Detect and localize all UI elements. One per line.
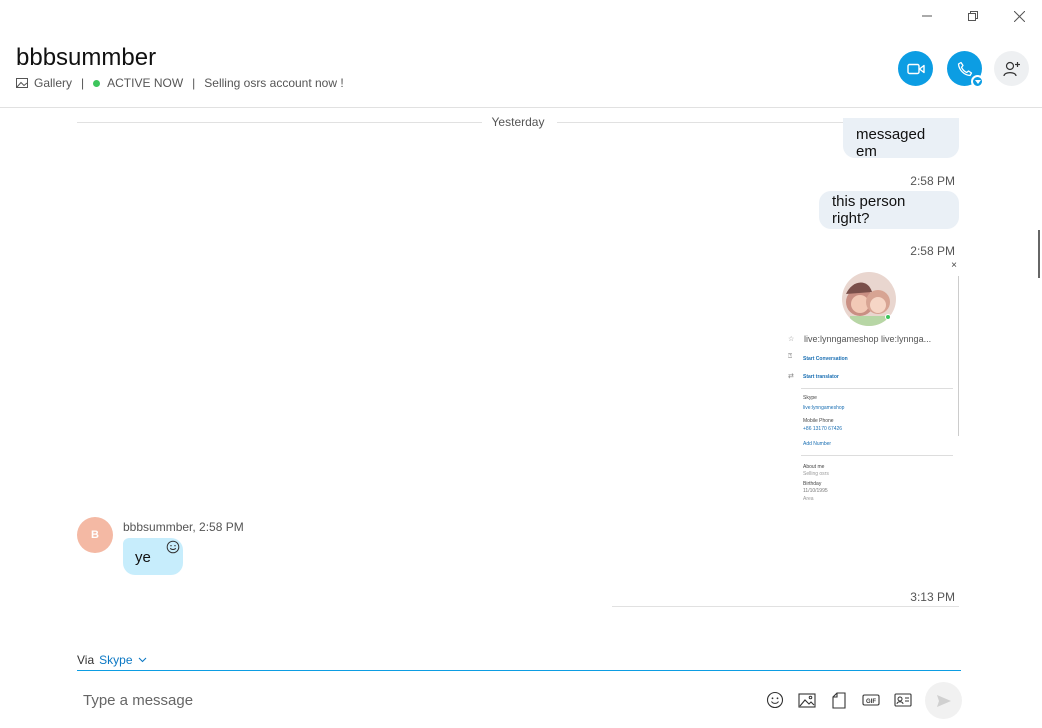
divider-line	[801, 455, 953, 456]
skype-label: Skype	[803, 395, 817, 401]
chevron-down-icon[interactable]	[138, 657, 147, 663]
skype-value: live:lynngameshop	[803, 405, 845, 411]
gallery-link[interactable]: Gallery	[34, 76, 72, 90]
gallery-icon	[16, 78, 28, 88]
chat-header: bbbsummber Gallery | ACTIVE NOW | Sellin…	[0, 0, 1042, 108]
gif-icon: GIF	[862, 694, 880, 706]
composer-divider	[77, 670, 961, 671]
about-value: Selling osrs	[803, 471, 829, 477]
about-label: About me	[803, 464, 825, 470]
start-translator-link: Start translator	[803, 374, 839, 380]
status-dot	[93, 79, 101, 87]
video-call-icon	[906, 63, 925, 74]
contact-card-icon	[894, 693, 912, 707]
birthday-value: 11/10/1995	[803, 488, 828, 494]
via-service[interactable]: Skype	[99, 653, 132, 667]
birthday-label: Birthday	[803, 481, 822, 487]
separator: |	[81, 76, 85, 90]
via-label: Via	[77, 653, 95, 667]
send-button[interactable]	[925, 682, 962, 719]
emoji-button[interactable]	[765, 690, 785, 710]
image-icon	[798, 692, 816, 708]
chevron-down-icon	[974, 79, 981, 84]
message-timestamp: 3:13 PM	[910, 590, 955, 604]
message-text: this person right?	[832, 193, 906, 227]
message-bubble-outgoing[interactable]: this person right?	[819, 191, 959, 229]
status-text: ACTIVE NOW	[107, 76, 184, 90]
smiley-icon[interactable]	[166, 540, 180, 554]
sender-and-time: bbbsummber, 2:58 PM	[123, 520, 244, 534]
mood-message: Selling osrs account now !	[204, 76, 344, 90]
mobile-value: +86 13170 67426	[803, 426, 843, 432]
message-bubble-outgoing[interactable]: messaged em	[843, 118, 959, 158]
smiley-icon	[766, 691, 784, 709]
chat-icon: ⍰	[788, 353, 793, 360]
scrollbar-thumb[interactable]	[1038, 230, 1040, 278]
divider-line	[801, 388, 953, 389]
send-via-selector[interactable]: Via Skype	[77, 653, 147, 667]
start-conversation-link: Start Conversation	[803, 356, 848, 362]
avatar[interactable]: B	[77, 517, 113, 553]
audio-call-icon	[957, 61, 972, 76]
shared-image[interactable]: × ☆ live:lynngameshop live:lynnga... ⍰ S…	[785, 262, 959, 506]
send-image-button[interactable]	[797, 690, 817, 710]
add-participant-button[interactable]	[994, 51, 1029, 86]
contact-subline: Gallery | ACTIVE NOW | Selling osrs acco…	[16, 76, 344, 90]
file-icon	[832, 691, 846, 709]
image-border	[958, 276, 959, 436]
message-text: messaged em	[856, 126, 926, 158]
call-options-badge[interactable]	[971, 75, 984, 88]
message-timestamp: 2:58 PM	[910, 174, 955, 188]
message-text: ye	[135, 549, 151, 566]
area-label: Area	[803, 496, 814, 502]
day-divider: Yesterday	[77, 114, 959, 130]
mobile-label: Mobile Phone	[803, 418, 834, 424]
audio-call-button[interactable]	[947, 51, 984, 88]
translator-icon: ⇄	[788, 373, 794, 380]
send-file-button[interactable]	[829, 690, 849, 710]
image-close-icon[interactable]: ×	[951, 262, 957, 271]
profile-name-line: live:lynngameshop live:lynnga...	[804, 334, 932, 344]
message-timestamp: 2:58 PM	[910, 244, 955, 258]
send-contact-button[interactable]	[893, 690, 913, 710]
video-call-button[interactable]	[898, 51, 933, 86]
separator: |	[192, 76, 196, 90]
pending-message-line	[612, 606, 959, 607]
status-dot	[885, 314, 891, 320]
star-icon: ☆	[788, 336, 795, 343]
svg-text:GIF: GIF	[866, 699, 876, 705]
contact-name[interactable]: bbbsummber	[16, 44, 156, 72]
send-icon	[936, 694, 951, 707]
message-input[interactable]	[77, 684, 677, 716]
send-gif-button[interactable]: GIF	[861, 690, 881, 710]
add-person-icon	[1002, 61, 1020, 76]
add-number-link: Add Number	[803, 441, 832, 447]
